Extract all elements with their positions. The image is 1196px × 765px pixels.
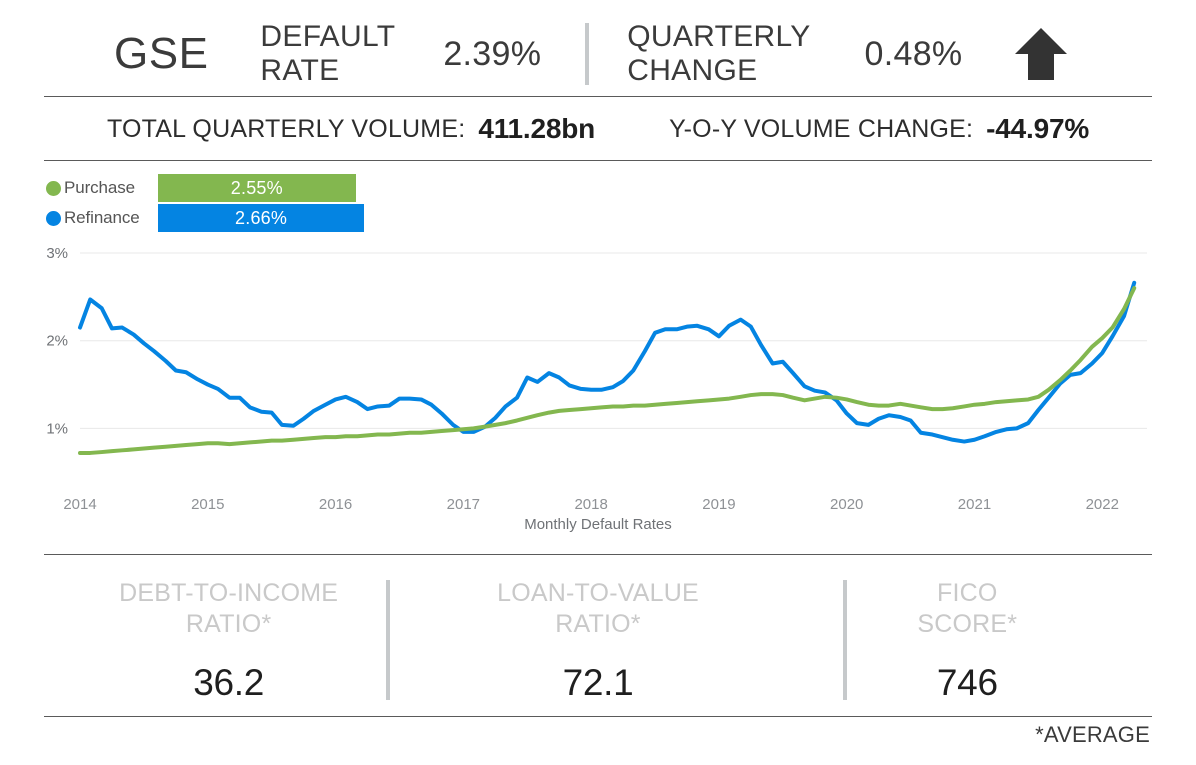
chart-y-axis-labels: 1% 2% 3% <box>46 245 68 437</box>
total-volume-label: TOTAL QUARTERLY VOLUME: <box>106 114 466 143</box>
stat-value: 36.2 <box>193 662 265 703</box>
footnote-average: *AVERAGE <box>1035 722 1150 747</box>
stats-divider-1 <box>386 580 390 700</box>
stat-value: 746 <box>936 662 998 703</box>
svg-text:2016: 2016 <box>319 496 352 513</box>
svg-text:2015: 2015 <box>191 496 224 513</box>
legend-label-purchase: Purchase <box>64 178 136 197</box>
purchase-color-dot <box>46 180 61 196</box>
divider-stats-top <box>44 554 1152 555</box>
refinance-color-dot <box>46 210 61 226</box>
default-rate-label: DEFAULT RATE <box>260 20 396 87</box>
stat-debt-to-income: DEBT-TO-INCOME RATIO* 36.2 <box>44 566 413 714</box>
refinance-rate-bar: 2.66% <box>158 204 365 232</box>
svg-text:2020: 2020 <box>830 496 863 513</box>
stat-label: FICO SCORE* <box>917 579 1018 638</box>
svg-text:2019: 2019 <box>702 496 735 513</box>
refinance-rate-value: 2.66% <box>235 207 288 228</box>
stat-loan-to-value: LOAN-TO-VALUE RATIO* 72.1 <box>413 566 782 714</box>
svg-text:2%: 2% <box>46 333 68 350</box>
svg-text:3%: 3% <box>46 245 68 262</box>
yoy-volume-label: Y-O-Y VOLUME CHANGE: <box>669 114 974 143</box>
header-kpi-row: GSE DEFAULT RATE 2.39% QUARTERLY CHANGE … <box>44 14 1152 94</box>
yoy-volume-value: -44.97% <box>986 113 1090 144</box>
chart-series-layer <box>78 280 1137 455</box>
svg-text:1%: 1% <box>46 420 68 437</box>
legend-label-refinance: Refinance <box>64 208 140 227</box>
stat-fico-score: FICO SCORE* 746 <box>783 566 1152 714</box>
page-title: GSE <box>114 29 209 78</box>
purchase-rate-value: 2.55% <box>230 177 283 198</box>
default-rate-value: 2.39% <box>443 34 542 73</box>
svg-text:2021: 2021 <box>958 496 991 513</box>
stat-value: 72.1 <box>562 662 634 703</box>
quarterly-change-value: 0.48% <box>864 34 963 73</box>
purchase-rate-bar: 2.55% <box>158 174 356 202</box>
default-rates-chart: 1% 2% 3% 2014 2015 2016 2017 2018 2019 2020 2021 2… <box>0 238 1196 538</box>
header-divider <box>585 23 590 85</box>
chart-line-refinance <box>78 280 1137 444</box>
stats-divider-2 <box>843 580 847 700</box>
chart-canvas: 1%2%3% 2014 2015 2016 2017 2018 2019 2020 2021 2… <box>46 245 1147 513</box>
arrow-up-icon <box>1015 28 1068 80</box>
legend-item-refinance[interactable]: Refinance <box>46 204 156 232</box>
chart-x-axis-labels: 2014 2015 2016 2017 2018 2019 2020 2021 2022 <box>63 496 1119 513</box>
svg-text:2014: 2014 <box>63 496 96 513</box>
quarterly-change-label: QUARTERLY CHANGE <box>627 20 811 87</box>
svg-text:2017: 2017 <box>447 496 480 513</box>
volume-row: TOTAL QUARTERLY VOLUME: 411.28bn Y-O-Y V… <box>44 100 1152 158</box>
chart-x-axis-title: Monthly Default Rates <box>524 516 672 533</box>
divider-volume <box>44 160 1152 161</box>
divider-header <box>44 96 1152 97</box>
svg-text:2022: 2022 <box>1086 496 1119 513</box>
divider-footer <box>44 716 1152 717</box>
legend-and-bars: Purchase Refinance 2.55% 2.66% <box>46 174 466 234</box>
total-volume-value: 411.28bn <box>478 113 596 144</box>
stat-label: DEBT-TO-INCOME RATIO* <box>119 579 339 638</box>
legend-item-purchase[interactable]: Purchase <box>46 174 156 202</box>
dashboard-page: GSE DEFAULT RATE 2.39% QUARTERLY CHANGE … <box>0 0 1196 765</box>
svg-text:2018: 2018 <box>574 496 607 513</box>
stat-label: LOAN-TO-VALUE RATIO* <box>497 579 699 638</box>
summary-stats-row: DEBT-TO-INCOME RATIO* 36.2 LOAN-TO-VALUE… <box>44 566 1152 714</box>
